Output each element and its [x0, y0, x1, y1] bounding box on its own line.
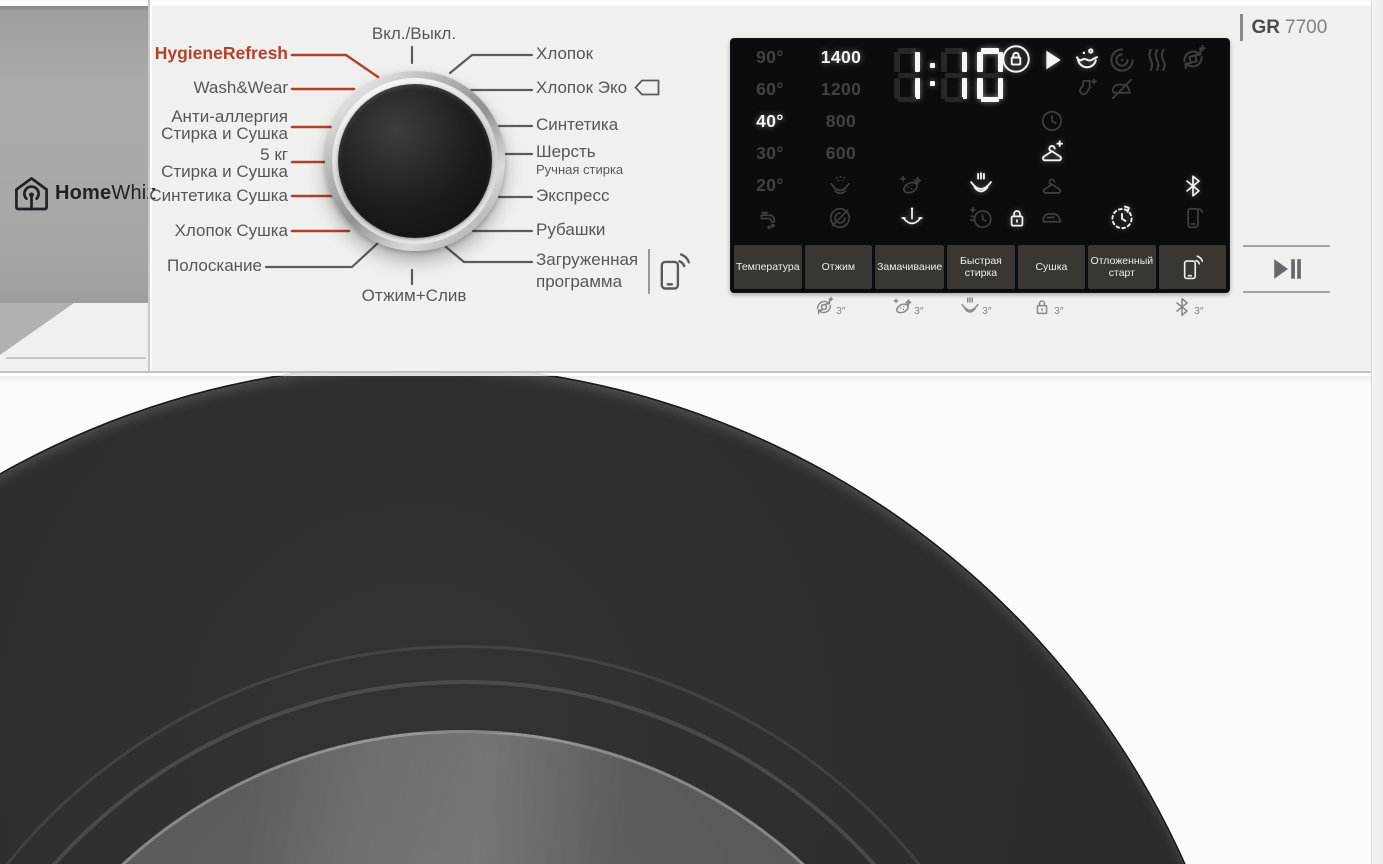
quick-wash-icon — [968, 205, 994, 236]
child-lock-circle-icon — [1001, 44, 1031, 79]
program-label-wash-and-wear: Wash&Wear — [48, 79, 288, 96]
remote-phone-icon — [1180, 205, 1206, 236]
tag-icon — [634, 79, 660, 96]
program-label-hygienerefresh: HygieneRefresh — [48, 45, 288, 62]
downloaded-program-separator — [648, 249, 650, 294]
option-button[interactable]: Замачивание — [875, 245, 944, 289]
child-lock-icon — [1004, 205, 1030, 236]
time-colon — [930, 48, 936, 103]
easy-iron-icon — [1039, 205, 1065, 236]
program-label-anti-allergy: Анти-аллергияСтирка и Сушка — [48, 108, 288, 142]
option-button[interactable]: Отжим — [805, 245, 872, 289]
program-label-5kg-wash-dry: 5 кгСтирка и Сушка — [48, 146, 288, 180]
soak-icon — [967, 171, 995, 204]
time-display — [894, 48, 1006, 103]
right-edge-strip — [1372, 0, 1383, 864]
display-panel: 90°60°40°30°20° 14001200800600 — [730, 38, 1230, 293]
no-spin-icon — [827, 205, 853, 236]
program-label-rinse: Полоскание — [48, 257, 262, 274]
model-prefix: GR — [1252, 17, 1281, 39]
option-buttons: ТемператураОтжимЗамачиваниеБыстрая стирк… — [734, 245, 1226, 289]
bluetooth-icon — [1180, 173, 1206, 204]
spin-speed-value: 1200 — [812, 79, 870, 100]
delayed-start-icon — [1108, 204, 1136, 237]
spin-icon — [1107, 45, 1137, 80]
drawer-top-edge — [0, 6, 150, 13]
cold-wash-faucet-icon — [756, 205, 782, 236]
program-label-synthetics-dry: Синтетика Сушка — [48, 187, 288, 204]
model-badge-bar — [1240, 14, 1243, 41]
child-lock-hold-icon: 3″ — [1031, 296, 1064, 318]
stain-removal-hold-icon: 3″ — [891, 296, 924, 318]
panel-top-edge — [0, 0, 1383, 6]
time-digit — [894, 48, 920, 103]
drum-refresh-plus-icon — [1178, 44, 1208, 79]
play-pause-icon — [1269, 254, 1303, 284]
soak-hold-icon: 3″ — [959, 296, 992, 318]
time-digit — [941, 48, 967, 103]
drawer-shadow-wedge — [0, 303, 74, 355]
steam-icon — [1142, 45, 1172, 80]
phone-wifi-icon — [656, 250, 690, 297]
spin-drain-label: Отжим+Слив — [332, 287, 496, 304]
add-garment-icon — [1074, 76, 1100, 107]
option-button[interactable]: Сушка — [1018, 245, 1085, 289]
drum-refresh-plus-hold-icon: 3″ — [813, 296, 846, 318]
option-button[interactable]: Температура — [734, 245, 802, 289]
stain-removal-icon — [897, 173, 923, 204]
sprinkle-icon — [827, 173, 853, 204]
program-dial[interactable] — [325, 71, 505, 251]
homewhiz-house-icon — [13, 175, 50, 212]
remote-start-button[interactable] — [1159, 245, 1226, 289]
control-panel: HomeWhiz — [0, 0, 1383, 372]
washing-machine-front: HomeWhiz — [0, 0, 1383, 864]
soak-level-icon — [899, 205, 925, 236]
start-pause-button[interactable] — [1243, 245, 1330, 293]
spin-speed-value: 800 — [812, 111, 870, 132]
drying-plus-icon — [1038, 139, 1066, 172]
start-button-top-line — [1243, 245, 1330, 247]
panel-body-seam-highlight — [0, 373, 1383, 376]
play-icon — [1037, 45, 1067, 80]
time-clock-icon — [1039, 108, 1065, 139]
machine-body — [0, 372, 1383, 864]
start-button-bottom-line — [1243, 291, 1330, 293]
dial-knob[interactable] — [338, 84, 492, 238]
spin-speed-value: 1400 — [812, 47, 870, 68]
drying-icon — [1039, 173, 1065, 204]
model-badge: GR 7700 — [1240, 14, 1327, 41]
bluetooth-hold-icon: 3″ — [1171, 296, 1204, 318]
time-digit — [977, 48, 1003, 103]
option-button[interactable]: Отложенный старт — [1088, 245, 1155, 289]
spin-speed-value: 600 — [812, 143, 870, 164]
model-number: 7700 — [1285, 17, 1327, 39]
no-iron-icon — [1109, 76, 1135, 107]
program-label-cotton-dry: Хлопок Сушка — [48, 222, 288, 239]
drawer-groove-line — [6, 357, 146, 359]
option-button[interactable]: Быстрая стирка — [947, 245, 1014, 289]
power-label: Вкл./Выкл. — [332, 25, 496, 42]
